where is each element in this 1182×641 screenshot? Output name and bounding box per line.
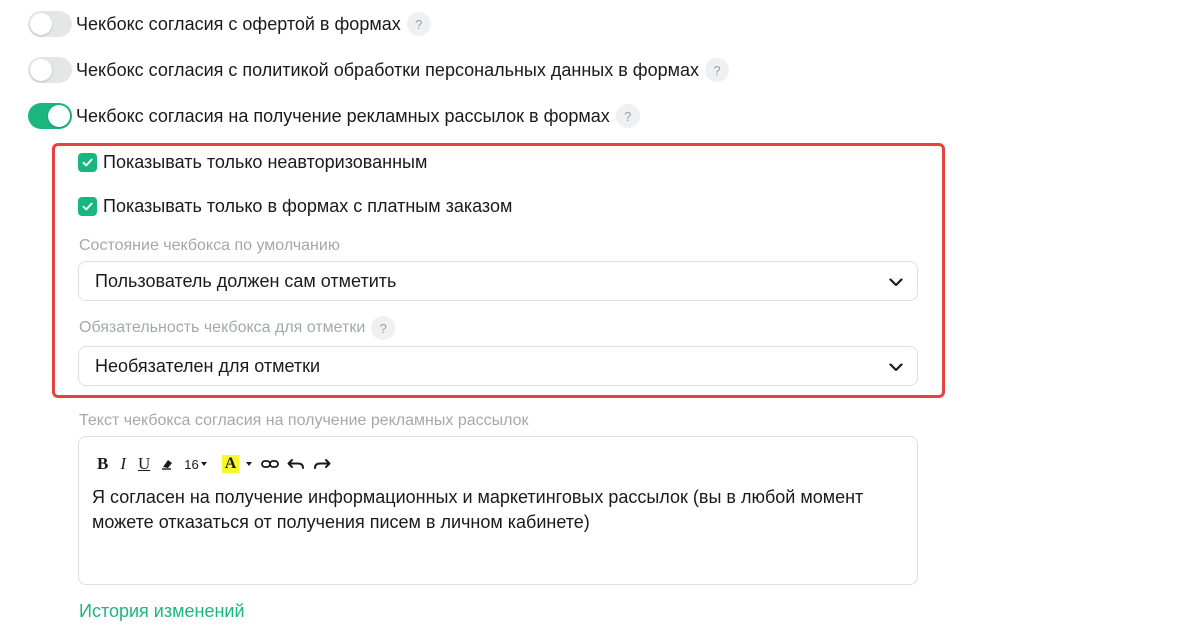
checkmark-icon[interactable]	[78, 196, 97, 216]
help-icon[interactable]: ?	[371, 316, 396, 340]
offer-consent-label: Чекбокс согласия с офертой в формах	[76, 13, 401, 34]
toggle-row-marketing: Чекбокс согласия на получение рекламных …	[28, 103, 640, 129]
marketing-consent-toggle[interactable]	[28, 103, 72, 129]
required-value: Необязателен для отметки	[95, 355, 321, 376]
toggle-row-privacy: Чекбокс согласия с политикой обработки п…	[28, 57, 729, 83]
bold-button[interactable]: B	[97, 453, 108, 475]
paid-orders-only-option[interactable]: Показывать только в формах с платным зак…	[78, 195, 512, 217]
toggle-row-offer: Чекбокс согласия с офертой в формах ?	[28, 11, 431, 37]
privacy-consent-toggle[interactable]	[28, 57, 72, 83]
required-label-text: Обязательность чекбокса для отметки	[79, 319, 366, 336]
caret-down-icon	[200, 462, 207, 466]
default-state-select[interactable]: Пользователь должен сам отметить	[78, 261, 918, 301]
unauthorized-only-option[interactable]: Показывать только неавторизованным	[78, 151, 427, 173]
underline-button[interactable]: U	[138, 453, 150, 475]
font-size-select[interactable]: 16	[184, 453, 207, 475]
default-state-label-text: Состояние чекбокса по умолчанию	[79, 237, 340, 254]
redo-icon[interactable]	[313, 453, 331, 475]
default-state-label: Состояние чекбокса по умолчанию	[79, 236, 340, 256]
undo-icon[interactable]	[287, 453, 305, 475]
required-label: Обязательность чекбокса для отметки ?	[79, 316, 396, 340]
paid-orders-only-label: Показывать только в формах с платным зак…	[103, 195, 513, 216]
default-state-value: Пользователь должен сам отметить	[95, 270, 397, 291]
editor-label: Текст чекбокса согласия на получение рек…	[79, 411, 529, 431]
italic-button[interactable]: I	[120, 453, 126, 475]
editor-toolbar: B I U 16 A	[97, 453, 339, 475]
help-icon[interactable]: ?	[615, 104, 640, 128]
consent-text-editor[interactable]: B I U 16 A Я согласен на получение инфор…	[78, 436, 918, 585]
editor-content[interactable]: Я согласен на получение информационных и…	[92, 485, 912, 535]
link-icon[interactable]	[261, 453, 280, 475]
unauthorized-only-label: Показывать только неавторизованным	[103, 151, 428, 172]
history-link[interactable]: История изменений	[79, 601, 245, 622]
offer-consent-toggle[interactable]	[28, 11, 72, 37]
highlight-icon: A	[221, 455, 240, 473]
font-size-value: 16	[184, 456, 199, 472]
chevron-down-icon	[889, 356, 903, 377]
required-select[interactable]: Необязателен для отметки	[78, 346, 918, 386]
editor-label-text: Текст чекбокса согласия на получение рек…	[79, 412, 529, 429]
checkmark-icon[interactable]	[78, 152, 97, 172]
chevron-down-icon	[889, 271, 903, 292]
highlight-button[interactable]: A	[221, 453, 240, 475]
eraser-icon[interactable]	[160, 453, 174, 475]
highlight-dropdown-icon[interactable]	[245, 453, 253, 475]
help-icon[interactable]: ?	[406, 12, 431, 36]
marketing-consent-label: Чекбокс согласия на получение рекламных …	[76, 105, 610, 126]
help-icon[interactable]: ?	[705, 58, 729, 82]
privacy-consent-label: Чекбокс согласия с политикой обработки п…	[76, 59, 699, 80]
